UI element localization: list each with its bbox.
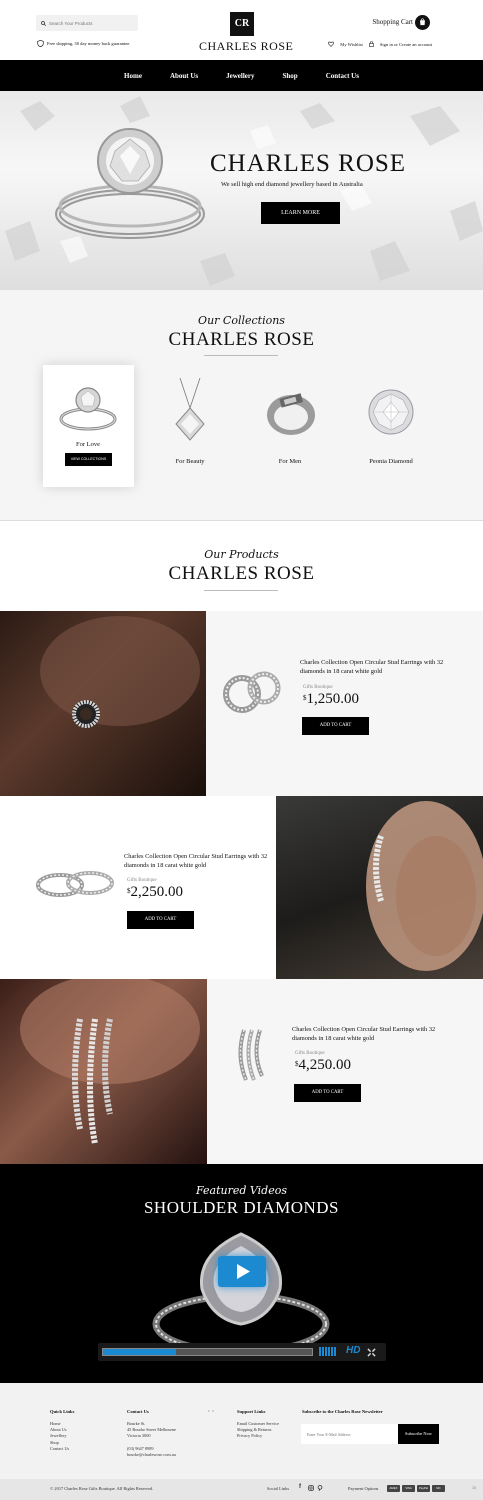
support-link-privacy[interactable]: Privacy Policy [237,1433,279,1439]
pinterest-icon[interactable] [317,1485,323,1491]
search-icon [41,20,46,26]
product-1-add-to-cart-button[interactable]: ADD TO CART [302,717,369,735]
product-2-image[interactable] [34,867,116,903]
site-logo[interactable]: CR CHARLES ROSE [199,12,294,54]
nav-item-jewellery[interactable]: Jewellery [226,72,254,80]
products-divider [204,590,278,591]
learn-more-button[interactable]: LEARN MORE [261,202,340,224]
product-3-price: $4,250.00 [295,1057,351,1074]
video-title: SHOULDER DIAMONDS [143,1198,340,1217]
diamond-image[interactable] [367,388,415,436]
contact-heading: Contact Us [127,1409,149,1414]
shipping-text: Free shipping, 30 day money back guarant… [47,41,131,46]
paypal-icon: PayPal [417,1485,430,1492]
video-progress-fill [103,1349,177,1355]
product-1-price: $1,250.00 [303,691,359,708]
product-3-vendor: Gifts Boutique [295,1051,325,1056]
product-1-title[interactable]: Charles Collection Open Circular Stud Ea… [300,658,450,676]
shopping-bag-icon[interactable] [415,15,430,30]
collection-label-peonia: Peonia Diamond [369,458,413,465]
product-2-lifestyle-image [276,796,483,979]
collections-title: CHARLES ROSE [168,329,315,350]
product-1-price-value: 1,250.00 [306,691,360,707]
hero-subtitle: We sell high end diamond jewellery based… [221,181,363,188]
volume-icon[interactable] [319,1347,336,1356]
payment-label: Payment Options [348,1486,379,1491]
heart-icon [328,41,335,47]
logo-name: CHARLES ROSE [199,39,294,53]
wishlist-link[interactable]: My Wishlist [340,42,363,47]
mastercard-icon: MC [432,1485,445,1492]
collections-divider [204,355,278,356]
hd-toggle[interactable]: HD [346,1345,360,1356]
products-title: CHARLES ROSE [168,563,315,584]
collections-script-heading: Our Collections [198,314,285,327]
product-2-vendor: Gifts Boutique [127,878,157,883]
video-progress-track[interactable] [102,1348,313,1356]
product-1-vendor: Gifts Boutique [303,685,333,690]
shipping-notice: Free shipping, 30 day money back guarant… [37,40,130,47]
fullscreen-icon[interactable] [367,1348,376,1357]
facebook-icon[interactable]: f [299,1484,301,1490]
search-box[interactable] [36,15,138,31]
hero-banner [0,91,483,290]
product-3-lifestyle-image [0,979,207,1164]
contact-email[interactable]: bourke@charlesrose.com.au [127,1452,176,1458]
section-divider [0,520,483,521]
main-nav: Home About Us Jewellery Shop Contact Us [0,60,483,91]
nav-item-shop[interactable]: Shop [283,72,298,80]
product-3-price-value: 4,250.00 [298,1057,352,1073]
subscribe-button[interactable]: Subscribe Now [398,1424,439,1444]
collection-label-for-love: For Love [75,441,100,448]
nav-item-about[interactable]: About Us [170,72,198,80]
product-1-lifestyle-image [0,611,206,796]
product-2-add-to-cart-button[interactable]: ADD TO CART [127,911,194,929]
site-header: Free shipping, 30 day money back guarant… [0,0,483,60]
video-script-heading: Featured Videos [196,1184,287,1197]
product-3-image[interactable] [232,1026,272,1084]
account-link[interactable]: Sign in or Create an account [380,42,432,47]
nav-item-home[interactable]: Home [124,72,142,80]
hero-ring-image [55,128,205,239]
account-links: My Wishlist Sign in or Create an account [328,41,432,47]
product-2-price: $2,250.00 [127,884,183,901]
newsletter-email-input[interactable] [301,1424,398,1444]
search-input[interactable] [49,20,133,26]
footer-link-jewellery[interactable]: Jewellery [50,1433,69,1439]
footer-link-contact[interactable]: Contact Us [50,1446,69,1452]
amex-icon: AMEX [387,1485,400,1492]
ring-image [59,387,117,431]
product-1-image[interactable] [220,666,286,718]
newsletter-heading: Subscribe to the Charles Rose Newsletter [302,1409,383,1414]
mens-ring-image[interactable] [264,388,318,442]
contact-details: Bourke St. 45 Bourke Street Melbourne Vi… [127,1421,176,1458]
lock-icon [369,41,374,47]
social-label: Social Links [267,1486,290,1491]
shield-icon [37,40,44,47]
support-links-list: Email Customer Service Shipping & Return… [237,1421,279,1440]
support-heading: Support Links [237,1409,266,1414]
products-script-heading: Our Products [204,548,279,561]
hero-title: CHARLES ROSE [210,150,407,177]
collection-label-for-men: For Men [278,458,302,465]
nav-item-contact[interactable]: Contact Us [326,72,359,80]
instagram-icon[interactable] [308,1485,314,1491]
contact-carousel-arrows[interactable]: ‹ › [208,1409,214,1414]
visa-icon: VISA [402,1485,415,1492]
view-collections-button[interactable]: VIEW COLLECTIONS [65,453,112,466]
product-3-add-to-cart-button[interactable]: ADD TO CART [294,1084,361,1102]
play-icon [237,1264,250,1279]
quick-links-list: Home About Us Jewellery Shop Contact Us [50,1421,69,1452]
pendant-image[interactable] [172,378,208,444]
product-3-title[interactable]: Charles Collection Open Circular Stud Ea… [292,1025,442,1043]
play-button[interactable] [218,1256,266,1287]
product-2-price-value: 2,250.00 [130,884,184,900]
collection-label-for-beauty: For Beauty [175,458,205,465]
cart-label[interactable]: Shopping Cart [372,18,413,26]
product-2-title[interactable]: Charles Collection Open Circular Stud Ea… [124,852,274,870]
copyright-text: © 2017 Charles Rose Gifts Boutique. All … [50,1486,154,1491]
corner-label: 15 [472,1486,476,1490]
quick-links-heading: Quick Links [50,1409,75,1414]
logo-mark: CR [230,12,254,36]
